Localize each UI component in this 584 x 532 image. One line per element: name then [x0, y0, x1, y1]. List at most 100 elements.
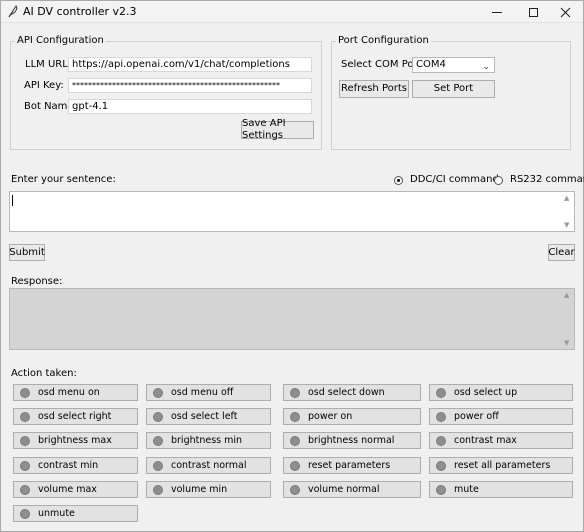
sentence-label: Enter your sentence:: [11, 174, 116, 185]
action-indicator-volume-max: volume max: [13, 481, 138, 498]
submit-button[interactable]: Submit: [9, 244, 45, 261]
status-led-icon: [290, 460, 300, 471]
action-indicator-label: brightness max: [38, 435, 112, 446]
response-output[interactable]: ▲ ▼: [9, 288, 575, 350]
action-indicator-label: unmute: [38, 508, 75, 519]
action-indicator-osd-select-right: osd select right: [13, 408, 138, 425]
action-indicator-label: volume min: [171, 484, 228, 495]
action-indicator-label: reset parameters: [308, 460, 391, 471]
status-led-icon: [290, 484, 300, 495]
action-indicator-osd-select-down: osd select down: [283, 384, 421, 401]
bot-name-field[interactable]: gpt-4.1: [68, 99, 312, 114]
action-taken-label: Action taken:: [11, 368, 77, 379]
action-indicator-brightness-min: brightness min: [146, 432, 271, 449]
window-title: AI DV controller v2.3: [23, 5, 137, 18]
port-configuration-legend: Port Configuration: [336, 35, 431, 47]
action-indicator-label: brightness normal: [308, 435, 395, 446]
scroll-down-icon[interactable]: ▼: [564, 339, 569, 347]
text-caret: [12, 195, 13, 206]
ddc-ci-radio-label: DDC/CI command: [410, 174, 499, 185]
action-indicator-unmute: unmute: [13, 505, 138, 522]
action-indicator-label: osd menu off: [171, 387, 234, 398]
status-led-icon: [436, 387, 446, 398]
close-button[interactable]: [547, 1, 583, 23]
api-key-field[interactable]: ****************************************…: [68, 78, 312, 93]
rs232-radio[interactable]: RS232 command: [494, 174, 584, 186]
action-indicator-reset-parameters: reset parameters: [283, 457, 421, 474]
minimize-icon: [492, 11, 502, 13]
status-led-icon: [20, 484, 30, 495]
status-led-icon: [20, 508, 30, 519]
sentence-input[interactable]: ▲ ▼: [9, 191, 575, 232]
action-indicator-power-on: power on: [283, 408, 421, 425]
action-indicator-label: power on: [308, 411, 353, 422]
chevron-down-icon[interactable]: ⌄: [482, 60, 490, 74]
action-indicator-reset-all-parameters: reset all parameters: [429, 457, 573, 474]
save-api-settings-button[interactable]: Save API Settings: [241, 118, 314, 141]
action-indicator-label: contrast min: [38, 460, 99, 471]
action-indicator-label: power off: [454, 411, 499, 422]
action-indicator-label: contrast normal: [171, 460, 247, 471]
maximize-button[interactable]: [515, 1, 551, 23]
app-window: AI DV controller v2.3 API Configuration …: [0, 0, 584, 532]
action-indicator-label: osd select right: [38, 411, 112, 422]
clear-button[interactable]: Clear: [548, 244, 575, 261]
api-key-label: API Key:: [24, 80, 64, 91]
action-indicator-label: osd select down: [308, 387, 385, 398]
action-indicator-label: mute: [454, 484, 479, 495]
action-indicator-osd-menu-off: osd menu off: [146, 384, 271, 401]
action-indicator-label: osd select up: [454, 387, 518, 398]
action-indicator-mute: mute: [429, 481, 573, 498]
status-led-icon: [290, 387, 300, 398]
com-port-select[interactable]: COM4 ⌄: [412, 57, 495, 73]
scroll-up-icon[interactable]: ▲: [564, 291, 569, 299]
action-indicator-label: contrast max: [454, 435, 517, 446]
status-led-icon: [436, 411, 446, 422]
radio-selected-icon: [394, 175, 403, 185]
status-led-icon: [153, 387, 163, 398]
response-label: Response:: [11, 276, 63, 287]
status-led-icon: [436, 484, 446, 495]
action-indicator-label: volume max: [38, 484, 97, 495]
status-led-icon: [20, 435, 30, 446]
status-led-icon: [20, 460, 30, 471]
status-led-icon: [153, 435, 163, 446]
refresh-ports-button[interactable]: Refresh Ports: [339, 80, 409, 98]
radio-unselected-icon: [494, 175, 503, 185]
action-indicator-label: volume normal: [308, 484, 380, 495]
ddc-ci-radio[interactable]: DDC/CI command: [394, 174, 499, 186]
action-indicator-label: reset all parameters: [454, 460, 551, 471]
feather-icon: [7, 4, 19, 18]
llm-url-label: LLM URL:: [25, 59, 72, 70]
maximize-icon: [528, 7, 538, 17]
status-led-icon: [153, 484, 163, 495]
status-led-icon: [153, 411, 163, 422]
action-indicator-volume-normal: volume normal: [283, 481, 421, 498]
scroll-up-icon[interactable]: ▲: [564, 194, 569, 202]
minimize-button[interactable]: [479, 1, 515, 23]
scroll-down-icon[interactable]: ▼: [564, 221, 569, 229]
sentence-scrollbar[interactable]: ▲ ▼: [562, 192, 574, 231]
llm-url-field[interactable]: https://api.openai.com/v1/chat/completio…: [68, 57, 312, 72]
action-indicator-contrast-max: contrast max: [429, 432, 573, 449]
action-indicator-osd-select-up: osd select up: [429, 384, 573, 401]
action-indicator-label: osd select left: [171, 411, 238, 422]
action-indicator-osd-select-left: osd select left: [146, 408, 271, 425]
set-port-button[interactable]: Set Port: [412, 80, 495, 98]
action-indicator-label: osd menu on: [38, 387, 100, 398]
status-led-icon: [436, 435, 446, 446]
action-indicator-contrast-normal: contrast normal: [146, 457, 271, 474]
response-scrollbar[interactable]: ▲ ▼: [562, 289, 574, 349]
action-indicator-contrast-min: contrast min: [13, 457, 138, 474]
status-led-icon: [290, 411, 300, 422]
action-indicator-label: brightness min: [171, 435, 243, 446]
status-led-icon: [20, 387, 30, 398]
action-indicator-volume-min: volume min: [146, 481, 271, 498]
action-indicator-osd-menu-on: osd menu on: [13, 384, 138, 401]
api-configuration-legend: API Configuration: [15, 35, 106, 47]
action-indicator-power-off: power off: [429, 408, 573, 425]
title-bar[interactable]: AI DV controller v2.3: [1, 1, 583, 23]
rs232-radio-label: RS232 command: [510, 174, 584, 185]
action-indicator-brightness-max: brightness max: [13, 432, 138, 449]
status-led-icon: [20, 411, 30, 422]
